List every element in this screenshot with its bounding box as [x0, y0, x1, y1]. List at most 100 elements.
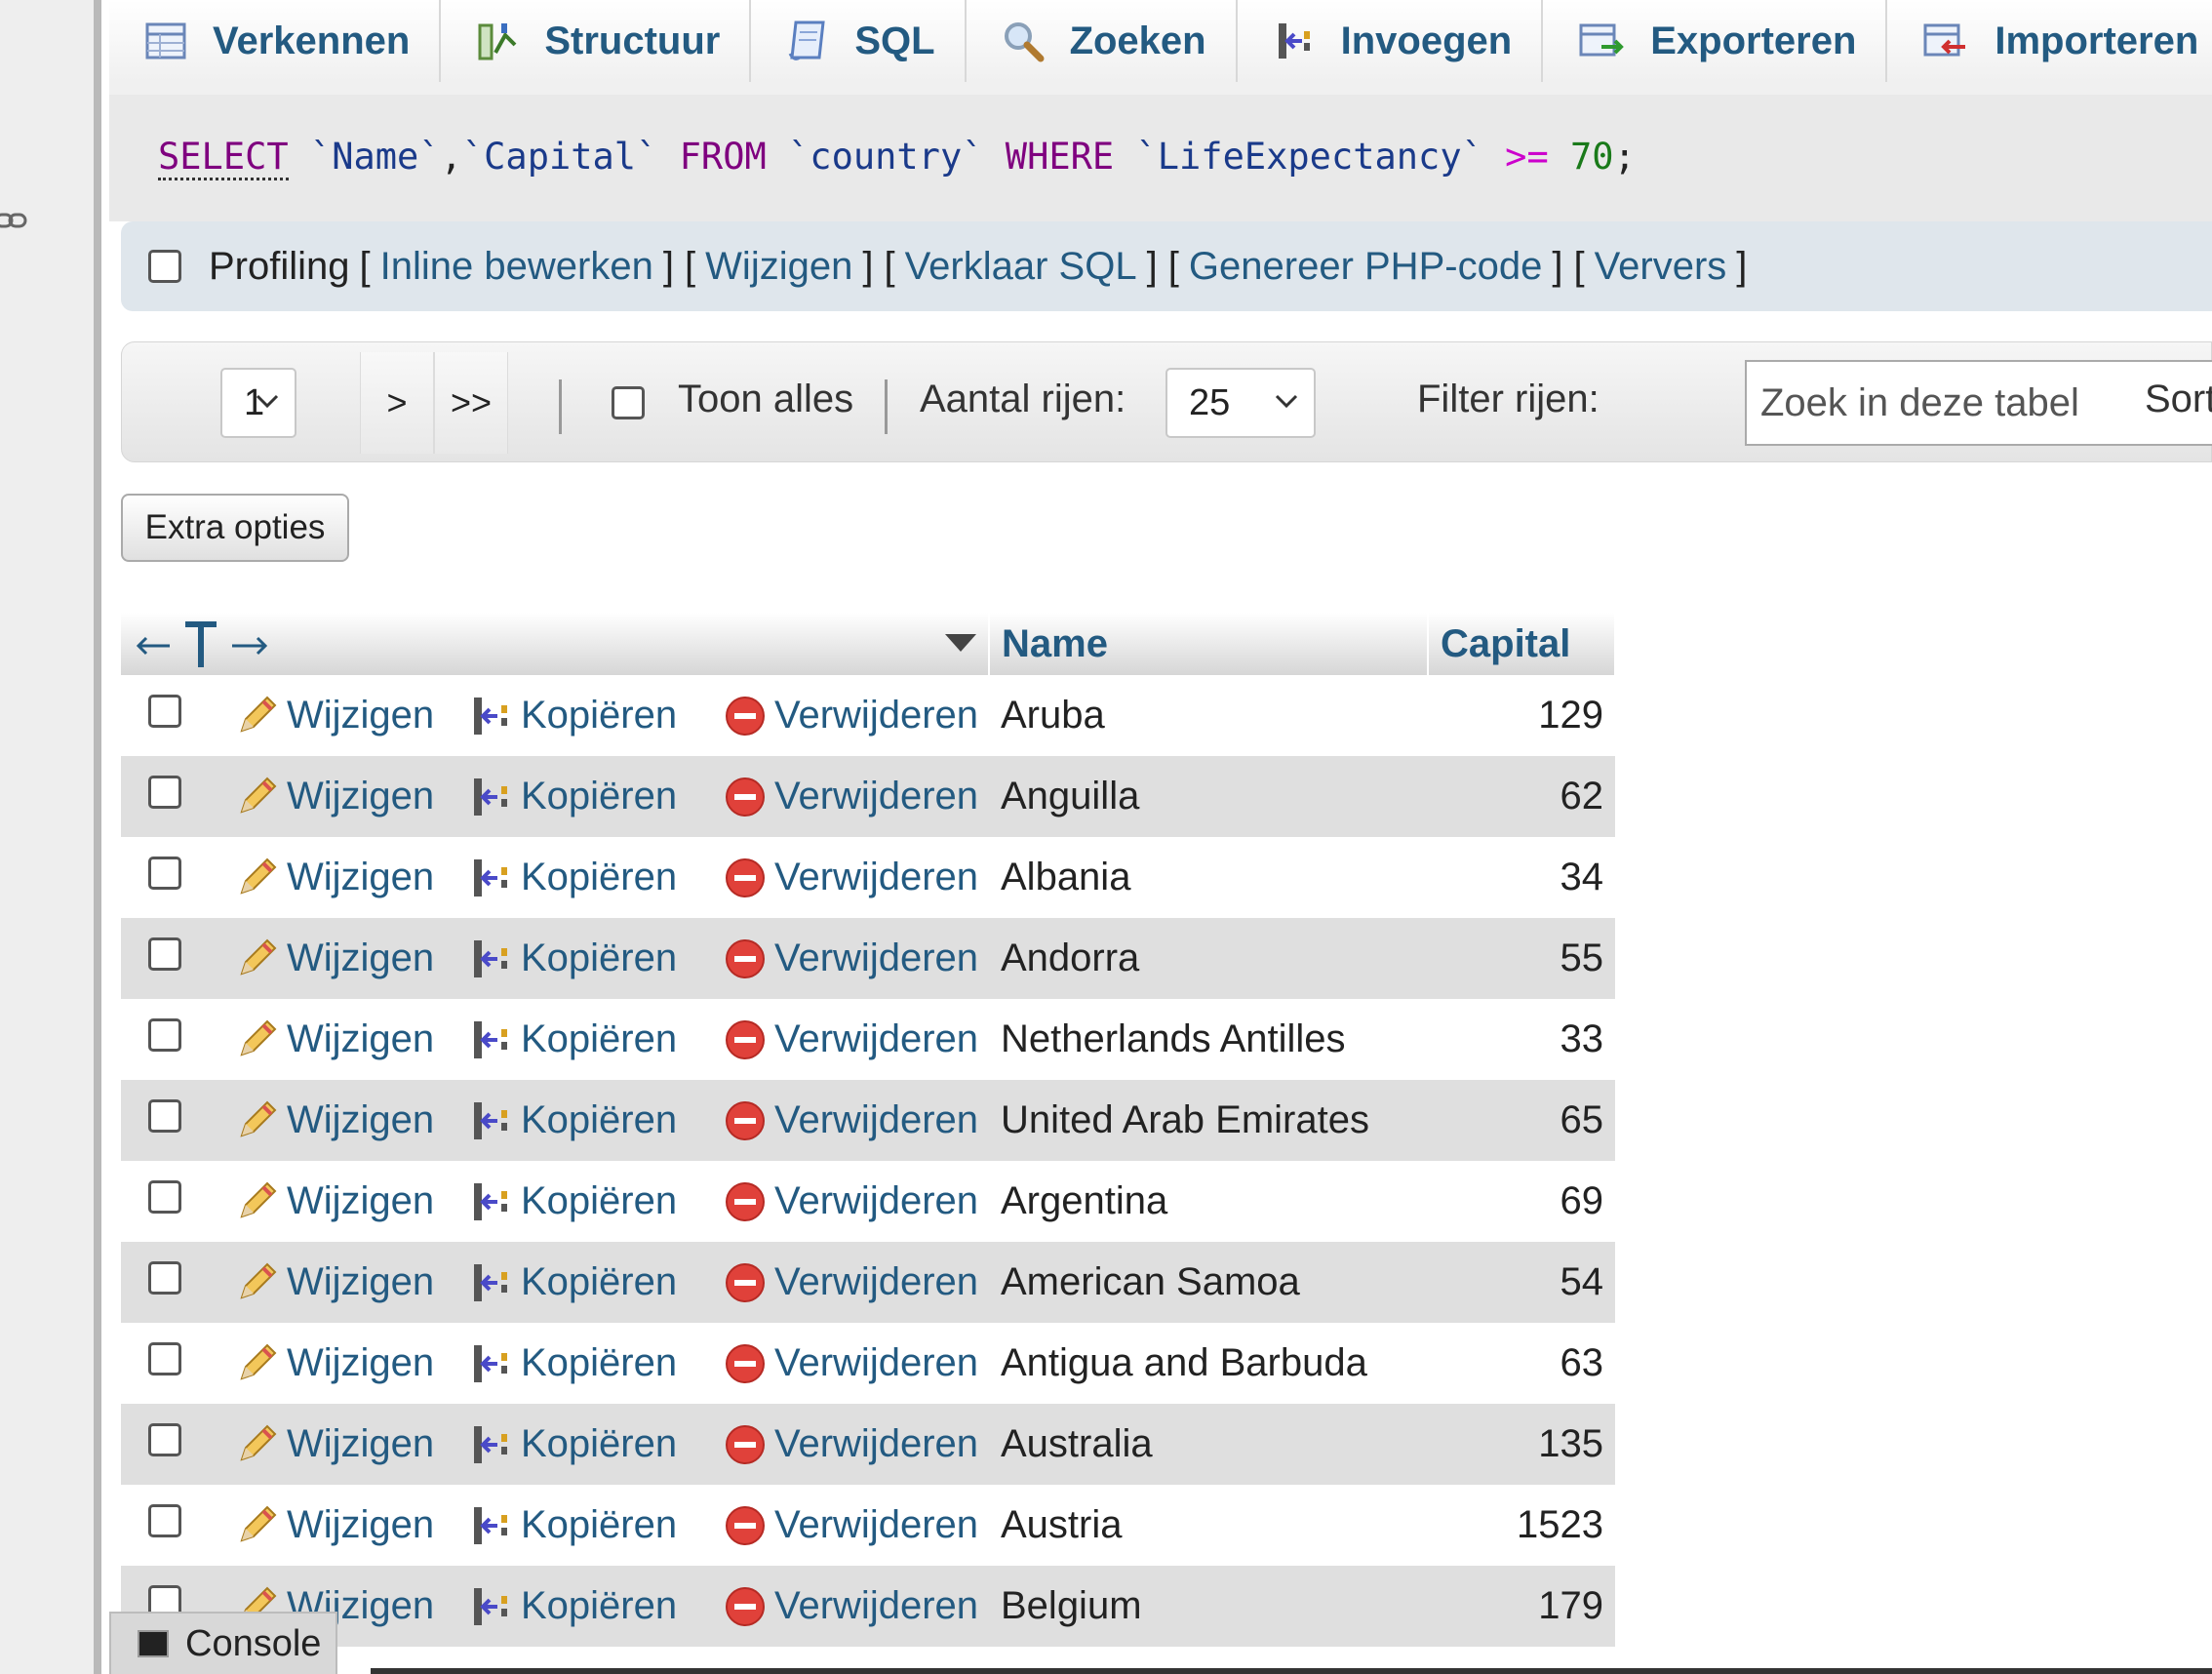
delete-row-link[interactable]: Verwijderen	[700, 775, 989, 818]
edit-row-link[interactable]: Wijzigen	[218, 856, 453, 900]
name-cell[interactable]: Belgium	[989, 1566, 1428, 1647]
row-checkbox[interactable]	[148, 1423, 181, 1456]
extra-options-button[interactable]: Extra opties	[121, 494, 349, 562]
name-cell[interactable]: Netherlands Antilles	[989, 999, 1428, 1080]
copy-row-link[interactable]: Kopiëren	[453, 1341, 700, 1386]
table-row[interactable]: Wijzigen Kopiëren Verwijderen Andorra 55	[121, 918, 1615, 999]
table-row[interactable]: Wijzigen Kopiëren Verwijderen Austria 1523	[121, 1485, 1615, 1566]
generate-php-link[interactable]: Genereer PHP-code	[1189, 245, 1542, 289]
row-checkbox[interactable]	[148, 937, 181, 971]
capital-cell[interactable]: 69	[1428, 1161, 1615, 1242]
delete-row-link[interactable]: Verwijderen	[700, 1503, 989, 1547]
table-row[interactable]: Wijzigen Kopiëren Verwijderen Netherlands A…	[121, 999, 1615, 1080]
edit-row-link[interactable]: Wijzigen	[218, 1179, 453, 1224]
delete-row-link[interactable]: Verwijderen	[700, 694, 989, 737]
copy-row-link[interactable]: Kopiëren	[453, 1260, 700, 1305]
table-row[interactable]: Wijzigen Kopiëren Verwijderen Aruba 129	[121, 675, 1615, 756]
table-row[interactable]: Wijzigen Kopiëren Verwijderen United Arab E…	[121, 1080, 1615, 1161]
copy-row-link[interactable]: Kopiëren	[453, 1017, 700, 1062]
tab-browse[interactable]: Verkennen	[109, 0, 442, 82]
show-all-checkbox[interactable]	[612, 386, 645, 419]
tab-insert[interactable]: Invoegen	[1237, 0, 1544, 82]
copy-row-link[interactable]: Kopiëren	[453, 1422, 700, 1467]
copy-row-link[interactable]: Kopiëren	[453, 1098, 700, 1143]
tab-export[interactable]: Exporteren	[1543, 0, 1888, 82]
edit-row-link[interactable]: Wijzigen	[218, 1503, 453, 1548]
copy-row-link[interactable]: Kopiëren	[453, 775, 700, 819]
table-row[interactable]: Wijzigen Kopiëren Verwijderen Argentina 69	[121, 1161, 1615, 1242]
row-checkbox[interactable]	[148, 1099, 181, 1133]
edit-row-link[interactable]: Wijzigen	[218, 1260, 453, 1305]
edit-row-link[interactable]: Wijzigen	[218, 1098, 453, 1143]
console-toggle[interactable]: Console	[109, 1612, 337, 1674]
edit-row-link[interactable]: Wijzigen	[218, 937, 453, 981]
edit-row-link[interactable]: Wijzigen	[218, 775, 453, 819]
row-checkbox[interactable]	[148, 1342, 181, 1375]
delete-row-link[interactable]: Verwijderen	[700, 1098, 989, 1142]
name-cell[interactable]: Andorra	[989, 918, 1428, 999]
copy-row-link[interactable]: Kopiëren	[453, 1584, 700, 1629]
explain-sql-link[interactable]: Verklaar SQL	[905, 245, 1137, 289]
filter-rows-input[interactable]	[1745, 360, 2212, 446]
delete-row-link[interactable]: Verwijderen	[700, 1017, 989, 1061]
name-cell[interactable]: Anguilla	[989, 756, 1428, 837]
name-cell[interactable]: Antigua and Barbuda	[989, 1323, 1428, 1404]
tab-sql[interactable]: SQL	[751, 0, 967, 82]
table-row[interactable]: Wijzigen Kopiëren Verwijderen American Samo…	[121, 1242, 1615, 1323]
delete-row-link[interactable]: Verwijderen	[700, 1341, 989, 1385]
capital-cell[interactable]: 129	[1428, 675, 1615, 756]
tab-search[interactable]: Zoeken	[966, 0, 1238, 82]
capital-cell[interactable]: 65	[1428, 1080, 1615, 1161]
capital-cell[interactable]: 62	[1428, 756, 1615, 837]
capital-cell[interactable]: 33	[1428, 999, 1615, 1080]
refresh-link[interactable]: Ververs	[1595, 245, 1727, 289]
name-cell[interactable]: Aruba	[989, 675, 1428, 756]
delete-row-link[interactable]: Verwijderen	[700, 1584, 989, 1628]
sort-dropdown-icon[interactable]	[943, 632, 978, 656]
delete-row-link[interactable]: Verwijderen	[700, 1179, 989, 1223]
delete-row-link[interactable]: Verwijderen	[700, 1260, 989, 1304]
row-checkbox[interactable]	[148, 695, 181, 728]
table-row[interactable]: Wijzigen Kopiëren Verwijderen Albania 34	[121, 837, 1615, 918]
row-checkbox[interactable]	[148, 1180, 181, 1214]
copy-row-link[interactable]: Kopiëren	[453, 937, 700, 981]
rows-per-page-select[interactable]: 25	[1165, 368, 1316, 438]
column-header-capital[interactable]: Capital	[1428, 613, 1616, 675]
row-checkbox[interactable]	[148, 1261, 181, 1295]
row-checkbox[interactable]	[148, 1504, 181, 1537]
name-cell[interactable]: Australia	[989, 1404, 1428, 1485]
capital-cell[interactable]: 34	[1428, 837, 1615, 918]
table-row[interactable]: Wijzigen Kopiëren Verwijderen Australia 135	[121, 1404, 1615, 1485]
capital-cell[interactable]: 135	[1428, 1404, 1615, 1485]
copy-row-link[interactable]: Kopiëren	[453, 1179, 700, 1224]
delete-row-link[interactable]: Verwijderen	[700, 856, 989, 899]
edit-row-link[interactable]: Wijzigen	[218, 1017, 453, 1062]
edit-query-link[interactable]: Wijzigen	[705, 245, 852, 289]
inline-edit-link[interactable]: Inline bewerken	[380, 245, 653, 289]
name-cell[interactable]: United Arab Emirates	[989, 1080, 1428, 1161]
capital-cell[interactable]: 1523	[1428, 1485, 1615, 1566]
row-checkbox[interactable]	[148, 776, 181, 809]
page-select[interactable]: 1	[220, 368, 296, 438]
last-page-button[interactable]: >>	[434, 352, 508, 454]
column-header-name[interactable]: Name	[989, 613, 1429, 675]
row-checkbox[interactable]	[148, 857, 181, 890]
profiling-checkbox[interactable]	[148, 250, 181, 283]
chain-link-icon[interactable]	[0, 209, 29, 237]
tab-structure[interactable]: Structuur	[441, 0, 752, 82]
name-cell[interactable]: Argentina	[989, 1161, 1428, 1242]
delete-row-link[interactable]: Verwijderen	[700, 937, 989, 980]
capital-cell[interactable]: 179	[1428, 1566, 1615, 1647]
capital-cell[interactable]: 55	[1428, 918, 1615, 999]
table-row[interactable]: Wijzigen Kopiëren Verwijderen Antigua and B…	[121, 1323, 1615, 1404]
name-cell[interactable]: Austria	[989, 1485, 1428, 1566]
capital-cell[interactable]: 63	[1428, 1323, 1615, 1404]
edit-row-link[interactable]: Wijzigen	[218, 1341, 453, 1386]
sql-keyword-select[interactable]: SELECT	[158, 136, 289, 180]
tab-import[interactable]: Importeren	[1887, 0, 2212, 82]
next-page-button[interactable]: >	[360, 352, 434, 454]
copy-row-link[interactable]: Kopiëren	[453, 1503, 700, 1548]
column-resize-arrows-icon[interactable]	[135, 617, 271, 671]
row-checkbox[interactable]	[148, 1018, 181, 1052]
name-cell[interactable]: Albania	[989, 837, 1428, 918]
